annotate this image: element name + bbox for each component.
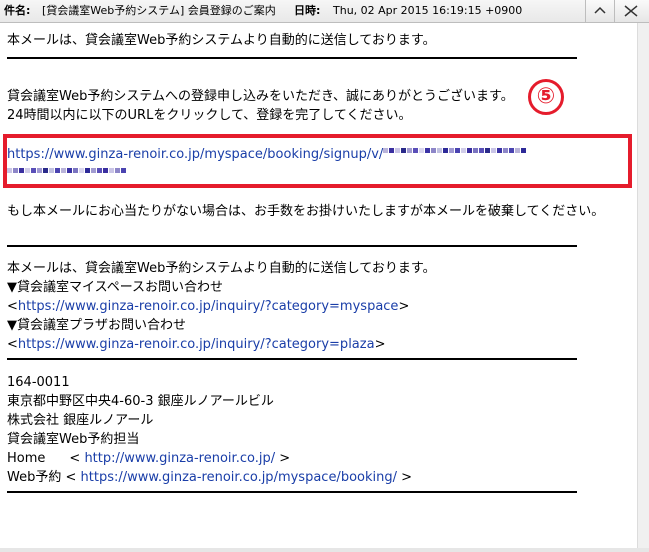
email-body: 本メールは、貸会議室Web予約システムより自動的に送信しております。 貸会議室W… [0, 23, 637, 548]
department: 貸会議室Web予約担当 [7, 432, 140, 447]
blurred-token-1 [383, 147, 527, 162]
divider [7, 245, 577, 247]
divider [7, 358, 577, 360]
web-line: Web予約 < https://www.ginza-renoir.co.jp/m… [7, 470, 413, 485]
thanks-text: 貸会議室Web予約システムへの登録申し込みをいただき、誠にありがとうございます。 [7, 89, 514, 104]
date-label: 日時: [294, 4, 321, 17]
date-value: Thu, 02 Apr 2015 16:19:15 +0900 [333, 4, 523, 17]
web-booking-link[interactable]: https://www.ginza-renoir.co.jp/myspace/b… [81, 470, 397, 485]
signup-link-cont[interactable] [7, 165, 127, 184]
plaza-contact-link[interactable]: https://www.ginza-renoir.co.jp/inquiry/?… [18, 337, 375, 352]
discard-notice: もし本メールにお心当たりがない場合は、お手数をお掛けいたしますが本メールを破棄し… [7, 204, 605, 219]
postal-code: 164-0011 [7, 375, 70, 390]
footer-auto-notice: 本メールは、貸会議室Web予約システムより自動的に送信しております。 [7, 261, 436, 276]
myspace-contact-title: ▼貸会議室マイスペースお問い合わせ [7, 280, 224, 295]
home-label: Home [7, 451, 46, 466]
home-link[interactable]: http://www.ginza-renoir.co.jp/ [84, 451, 275, 466]
web-label: Web予約 [7, 470, 62, 485]
bottom-edge [0, 548, 649, 552]
auto-notice: 本メールは、貸会議室Web予約システムより自動的に送信しております。 [7, 33, 436, 48]
home-line: Home < http://www.ginza-renoir.co.jp/ > [7, 451, 291, 466]
collapse-button[interactable] [585, 0, 614, 22]
myspace-contact-line: <https://www.ginza-renoir.co.jp/inquiry/… [7, 299, 410, 314]
divider [7, 57, 577, 59]
myspace-contact-link[interactable]: https://www.ginza-renoir.co.jp/inquiry/?… [18, 299, 399, 314]
close-icon [624, 5, 638, 17]
plaza-contact-title: ▼貸会議室プラザお問い合わせ [7, 318, 186, 333]
vertical-scrollbar[interactable] [637, 23, 649, 548]
signup-url[interactable]: https://www.ginza-renoir.co.jp/myspace/b… [7, 147, 383, 162]
close-button[interactable] [614, 0, 649, 22]
email-header: 件名: [貸会議室Web予約システム] 会員登録のご案内 日時: Thu, 02… [0, 0, 649, 23]
step-badge: ⑤ [528, 79, 564, 115]
plaza-contact-line: <https://www.ginza-renoir.co.jp/inquiry/… [7, 337, 386, 352]
subject-label: 件名: [4, 4, 31, 17]
divider [7, 491, 577, 493]
address: 東京都中野区中央4-60-3 銀座ルノアールビル [7, 394, 274, 409]
blurred-token-2 [7, 167, 127, 182]
company-name: 株式会社 銀座ルノアール [7, 413, 154, 428]
chevron-up-icon [594, 6, 606, 14]
subject-value: [貸会議室Web予約システム] 会員登録のご案内 [42, 4, 276, 17]
signup-link[interactable]: https://www.ginza-renoir.co.jp/myspace/b… [7, 145, 527, 164]
instruction-text: 24時間以内に以下のURLをクリックして、登録を完了してください。 [7, 108, 412, 123]
